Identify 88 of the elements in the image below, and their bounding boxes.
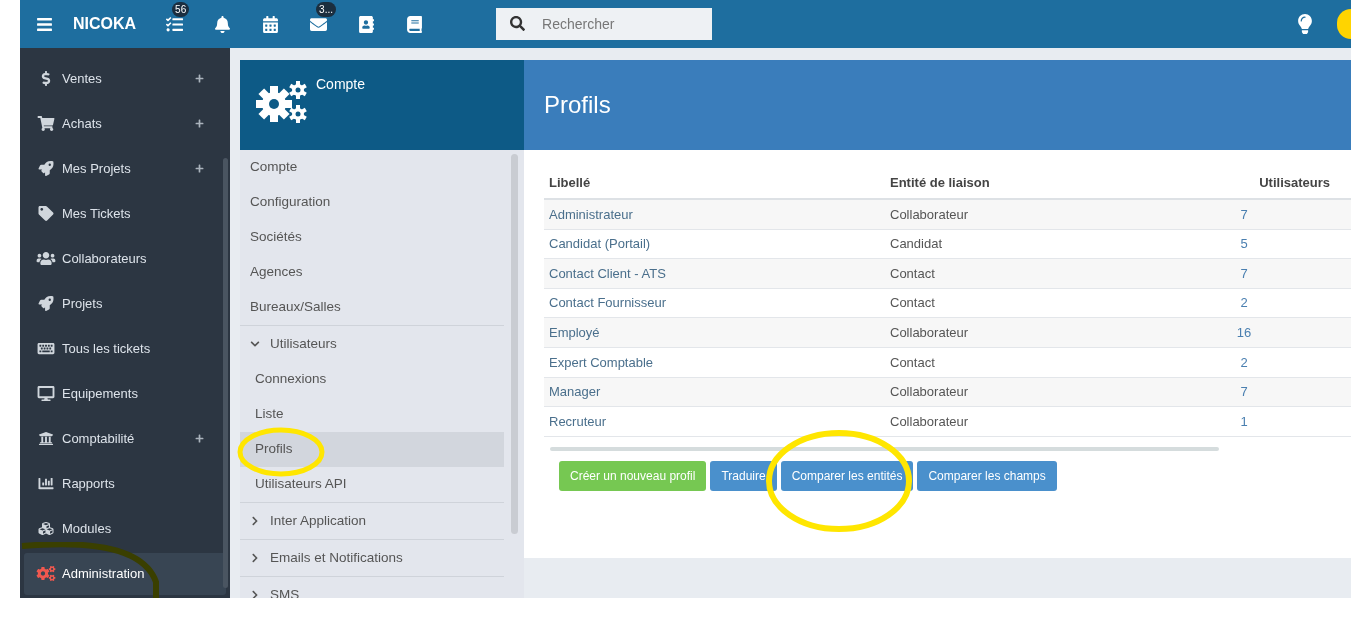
submenu-subitem[interactable]: Liste [240, 397, 504, 432]
count-badge: 56 [172, 2, 190, 17]
book-icon[interactable] [404, 14, 425, 34]
chevron-right-icon [250, 553, 260, 563]
table-cell[interactable]: 2 [1190, 352, 1298, 372]
table-cell-text: Contact [890, 294, 936, 313]
plus-icon [195, 74, 204, 83]
table-cell-text: Collaborateur [890, 205, 970, 224]
cart-icon [36, 116, 56, 131]
table-cell-text: Recruteur [548, 412, 608, 431]
table-cell-text: Candidat [890, 235, 944, 254]
bar-chart-icon [36, 476, 56, 491]
sidebar-item[interactable]: Comptabilité [24, 417, 226, 460]
bank-icon [36, 431, 56, 446]
table-cell-text: Collaborateur [890, 412, 970, 431]
lightbulb-icon[interactable] [1295, 14, 1315, 34]
table-cell[interactable]: 7 [1190, 204, 1298, 225]
table-cell[interactable]: 16 [1190, 322, 1298, 343]
chevron-down-icon [250, 339, 260, 349]
table-cell-text: Contact [890, 353, 936, 372]
submenu-subitem[interactable]: Profils [240, 432, 504, 467]
calendar-icon[interactable] [260, 14, 281, 34]
sidebar-item[interactable]: Rapports [24, 462, 226, 505]
search-icon [510, 16, 526, 31]
chevron-right-icon [250, 590, 260, 598]
chevron-right-icon [250, 516, 260, 526]
table-cell-text: Contact Fournisseur [548, 294, 668, 313]
sidebar-item[interactable]: Mes Projets [24, 147, 226, 190]
table-cell[interactable]: 2 [1190, 293, 1298, 313]
submenu-item[interactable]: Configuration [240, 185, 504, 220]
sidebar-item[interactable]: Equipements [24, 372, 226, 415]
plus-icon [195, 164, 204, 173]
section-title: Compte [316, 75, 366, 94]
submenu-item[interactable]: Bureaux/Salles [240, 290, 504, 325]
table-cell-text: Collaborateur [890, 383, 970, 402]
table-cell-text: Manager [548, 383, 602, 402]
users-icon [36, 251, 56, 266]
avatar[interactable] [1337, 9, 1351, 39]
column-header: Libellé [548, 174, 592, 193]
table-cell[interactable]: 7 [1190, 263, 1298, 284]
panel-title: Profils [544, 90, 611, 120]
submenu-subitem[interactable]: Utilisateurs API [240, 467, 504, 502]
sidebar-item[interactable]: Modules [24, 507, 226, 550]
column-header: Entité de liaison [890, 174, 991, 193]
submenu-item[interactable]: Inter Application [240, 502, 504, 539]
submenu-subitem[interactable]: Connexions [240, 362, 504, 397]
table-cell-text: Contact [890, 264, 936, 283]
table-cell-text: Collaborateur [890, 323, 970, 342]
column-header: Utilisateurs [1258, 174, 1330, 193]
submenu-item[interactable]: Emails et Notifications [240, 539, 504, 576]
table-cell[interactable]: 7 [1190, 382, 1298, 402]
table-cell-text: Contact Client - ATS [548, 264, 667, 283]
cubes-icon [36, 521, 56, 536]
sidebar-item[interactable]: Administration [24, 552, 226, 595]
rocket-icon [36, 296, 56, 311]
submenu-item[interactable]: Agences [240, 255, 504, 290]
submenu-item[interactable]: Utilisateurs [240, 325, 504, 362]
table-cell-text: Expert Comptable [548, 353, 655, 372]
action-button[interactable]: Comparer les entités [780, 460, 914, 491]
search-field[interactable]: Rechercher [496, 8, 713, 40]
action-button[interactable]: Traduire [710, 460, 777, 491]
submenu-item[interactable]: Compte [240, 150, 504, 185]
table-cell-text: Employé [548, 323, 601, 342]
menu-icon[interactable] [36, 15, 53, 33]
submenu-item[interactable]: Sociétés [240, 220, 504, 255]
sidebar-item[interactable]: Achats [24, 102, 226, 145]
plus-icon [195, 434, 204, 443]
brand-logo: NICOKA [73, 14, 137, 34]
table-cell[interactable]: 1 [1190, 411, 1298, 432]
bell-icon[interactable] [212, 14, 233, 34]
address-book-icon[interactable] [356, 14, 377, 34]
plus-icon [195, 119, 204, 128]
keyboard-icon [36, 341, 56, 356]
count-badge: 3... [316, 2, 336, 17]
sidebar-item[interactable]: Mes Tickets [24, 192, 226, 235]
rocket-icon [36, 161, 56, 176]
table-cell-text: Administrateur [548, 205, 634, 224]
gears-icon [36, 566, 56, 581]
tasks-icon[interactable] [164, 14, 185, 34]
sidebar-item[interactable]: Ventes [24, 57, 226, 100]
sidebar-item[interactable]: Projets [24, 282, 226, 325]
sidebar-item[interactable]: Collaborateurs [24, 237, 226, 280]
monitor-icon [36, 386, 56, 401]
table-cell-text: Candidat (Portail) [548, 235, 652, 254]
tag-icon [36, 206, 56, 221]
table-cell[interactable]: 5 [1190, 234, 1298, 254]
action-button[interactable]: Comparer les champs [917, 460, 1057, 491]
sidebar-item[interactable]: Tous les tickets [24, 327, 226, 370]
